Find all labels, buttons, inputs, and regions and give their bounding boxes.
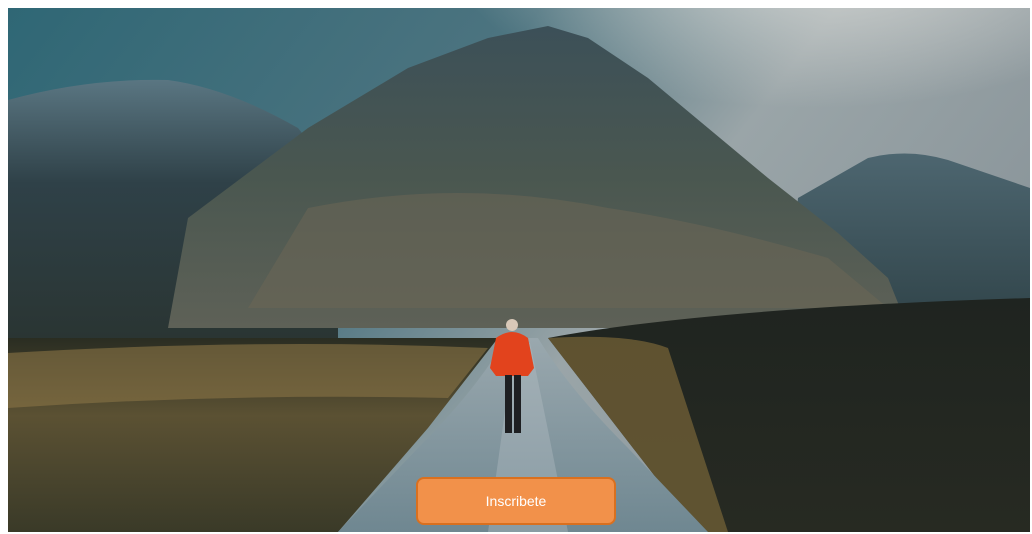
signup-button[interactable]: Inscribete (416, 477, 616, 525)
hero-image (8, 8, 1030, 532)
hero-banner: Inscribete (8, 8, 1030, 532)
